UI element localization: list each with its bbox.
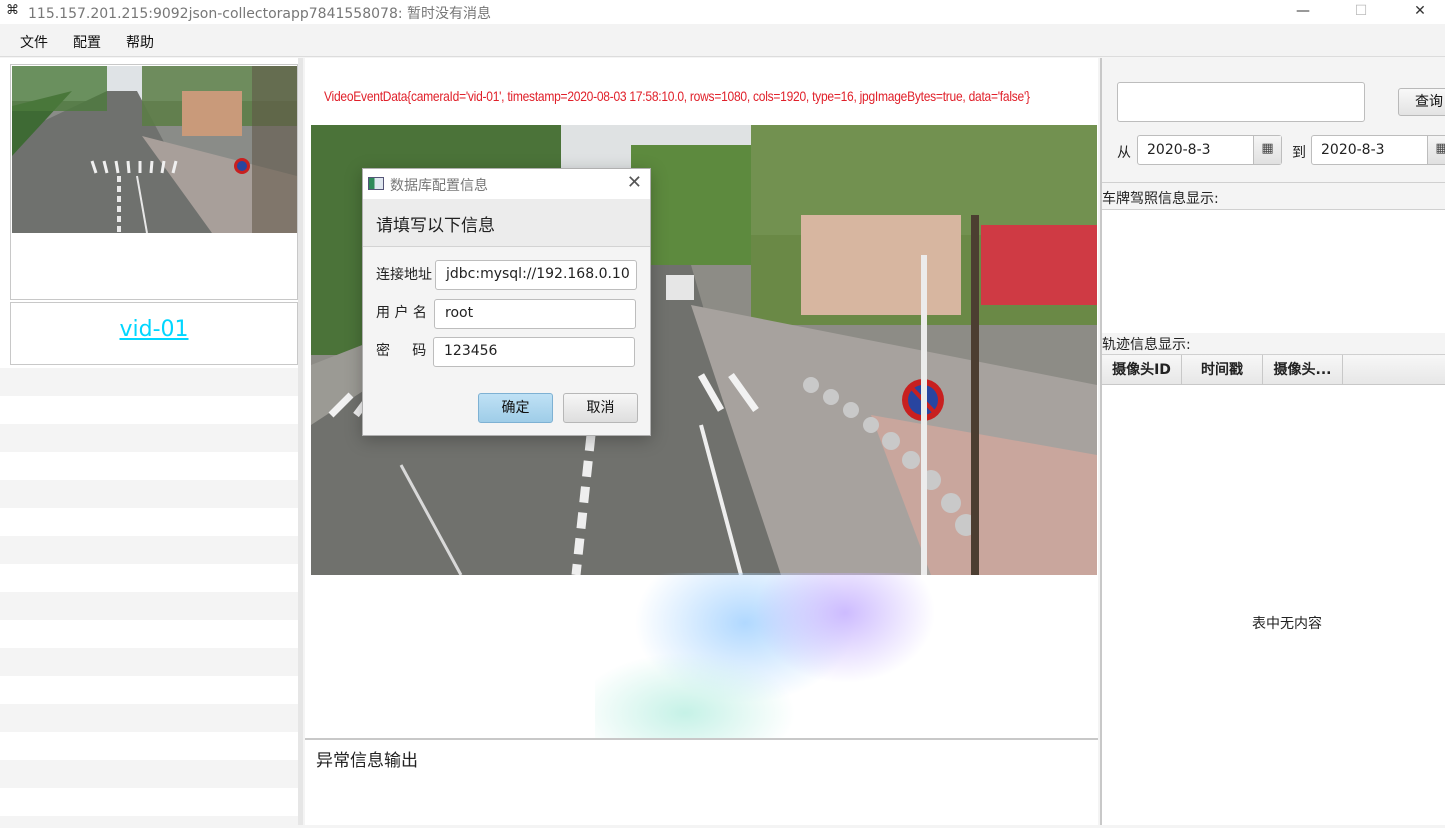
calendar-icon[interactable]: ▦ [1253,136,1281,164]
column-camera-id[interactable]: 摄像头ID [1102,355,1182,385]
from-label: 从 [1117,145,1131,161]
left-scrollbar[interactable] [298,58,303,825]
username-input[interactable]: root [434,299,636,329]
menu-config[interactable]: 配置 [73,32,101,52]
close-button[interactable]: ✕ [1397,0,1443,24]
minimize-button[interactable]: — [1280,0,1326,24]
dialog-window-icon [368,177,384,190]
maximize-button[interactable]: ☐ [1338,0,1384,24]
query-input[interactable] [1117,82,1365,122]
menu-help[interactable]: 帮助 [126,32,154,52]
connection-url-label: 连接地址 [376,267,432,283]
window-titlebar: ⌘ 115.157.201.215:9092json-collectorapp7… [0,0,1445,24]
calendar-icon[interactable]: ▦ [1427,136,1445,164]
camera-thumbnail-card[interactable] [10,64,298,300]
to-label: 到 [1292,145,1306,161]
cancel-button[interactable]: 取消 [563,393,638,423]
window-title: 115.157.201.215:9092json-collectorapp784… [28,6,492,22]
app-icon: ⌘ [6,3,19,18]
track-section-title: 轨迹信息显示: [1102,337,1191,353]
dialog-header: 请填写以下信息 [363,199,650,247]
table-empty-text: 表中无内容 [1252,616,1322,632]
password-input[interactable]: 123456 [433,337,635,367]
from-date-value[interactable]: 2020-8-3 [1147,142,1211,158]
plate-section-title: 车牌驾照信息显示: [1102,188,1445,210]
to-date-picker[interactable]: 2020-8-3 ▦ [1311,135,1445,165]
menu-bar: 文件 配置 帮助 [0,24,1445,57]
dialog-header-text: 请填写以下信息 [376,216,495,236]
db-config-dialog: 数据库配置信息 ✕ 请填写以下信息 连接地址 jdbc:mysql://192.… [362,168,651,436]
camera-list-panel: vid-01 [0,58,303,828]
query-panel: 查询 从 2020-8-3 ▦ 到 2020-8-3 ▦ 车牌驾照信息显示: 轨… [1100,58,1445,825]
decorative-gradient [595,573,935,743]
ok-button[interactable]: 确定 [478,393,553,423]
query-button[interactable]: 查询 [1398,88,1445,116]
error-log-title: 异常信息输出 [316,751,418,771]
menu-file[interactable]: 文件 [20,32,48,52]
connection-url-input[interactable]: jdbc:mysql://192.168.0.10 [435,260,637,290]
dialog-titlebar: 数据库配置信息 ✕ [363,169,650,199]
video-event-text: VideoEventData{cameraId='vid-01', timest… [324,88,1030,104]
password-label: 密 码 [376,343,427,359]
to-date-value[interactable]: 2020-8-3 [1321,142,1385,158]
divider [1102,182,1445,183]
camera-thumbnail-image [12,66,297,233]
column-camera-more[interactable]: 摄像头... [1263,355,1343,385]
error-log-panel: 异常信息输出 [305,738,1098,825]
camera-list-rows [0,368,298,828]
plate-info-area [1102,210,1445,333]
dialog-close-icon[interactable]: ✕ [627,172,642,193]
column-timestamp[interactable]: 时间戳 [1182,355,1263,385]
track-table: 摄像头ID 时间戳 摄像头... 表中无内容 [1102,354,1445,825]
dialog-title: 数据库配置信息 [390,178,488,194]
camera-label-card[interactable]: vid-01 [10,302,298,365]
username-label: 用 户 名 [376,305,427,321]
from-date-picker[interactable]: 2020-8-3 ▦ [1137,135,1282,165]
track-table-header: 摄像头ID 时间戳 摄像头... [1102,355,1445,385]
camera-link[interactable]: vid-01 [119,317,188,342]
